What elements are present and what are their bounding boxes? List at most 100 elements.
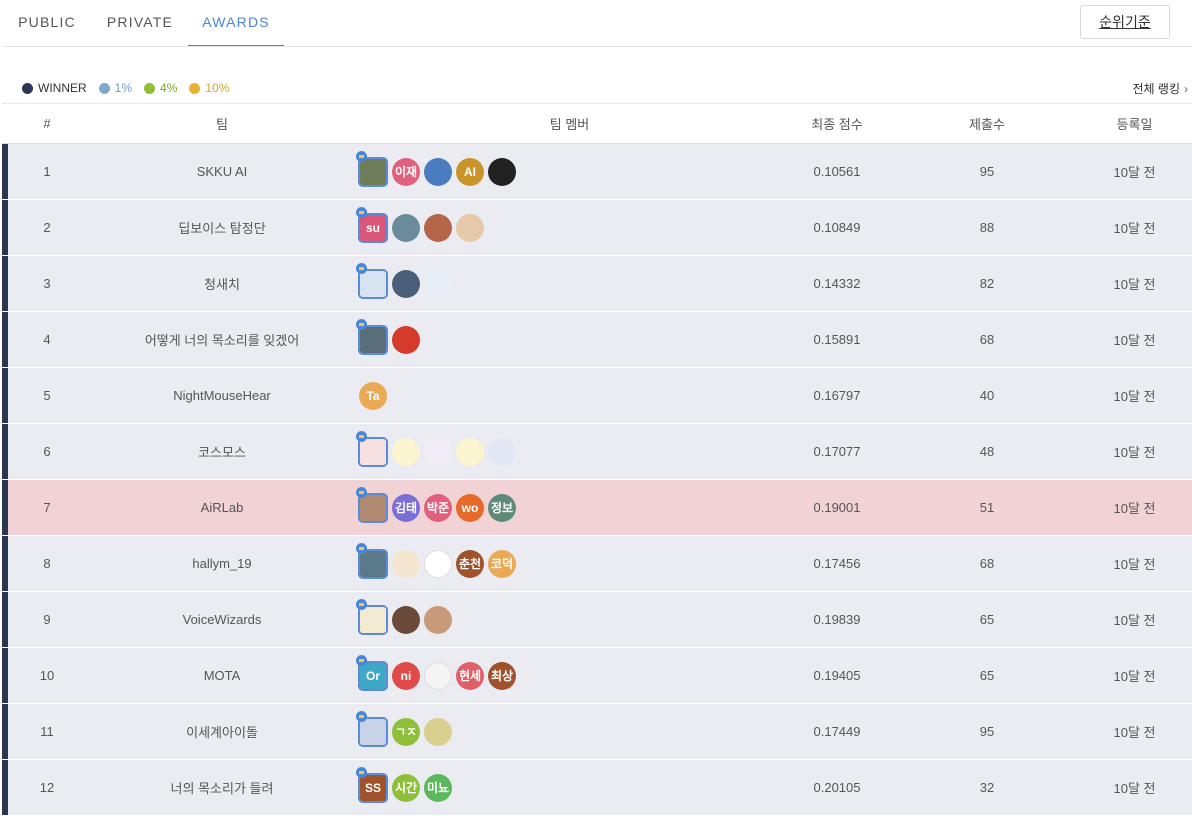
table-row[interactable]: 11 이세계아이돌 0.17449 95 10달 전 ㄱㅈ xyxy=(2,704,1192,760)
all-ranking-link[interactable]: 전체 랭킹 › xyxy=(1133,80,1189,97)
table-row[interactable]: 2 딥보이스 탐정단 0.10849 88 10달 전 su xyxy=(2,200,1192,256)
member-avatar[interactable] xyxy=(392,269,420,298)
crown-icon xyxy=(356,710,367,722)
leader-avatar[interactable] xyxy=(356,710,388,747)
submissions-cell: 51 xyxy=(979,500,995,515)
rank-cell: 4 xyxy=(43,332,51,347)
submissions-cell: 68 xyxy=(979,556,995,571)
rank-cell: 2 xyxy=(43,220,51,235)
legend-item: 4% xyxy=(144,81,177,95)
member-avatar[interactable] xyxy=(424,549,452,578)
leader-avatar[interactable] xyxy=(356,262,388,299)
table-row[interactable]: 5 NightMouseHear 0.16797 40 10달 전 Ta xyxy=(2,368,1192,424)
team-members xyxy=(356,256,456,311)
table-row[interactable]: 9 VoiceWizards 0.19839 65 10달 전 xyxy=(2,592,1192,648)
date-cell: 10달 전 xyxy=(1113,165,1156,180)
member-avatar[interactable]: 미뇨 xyxy=(424,773,452,802)
member-avatar[interactable] xyxy=(424,269,452,298)
member-avatar[interactable] xyxy=(456,213,484,242)
tab-private[interactable]: PRIVATE xyxy=(96,0,184,47)
legend-item: 10% xyxy=(189,81,229,95)
table-row[interactable]: 10 MOTA 0.19405 65 10달 전 Or ni 현세 최상 xyxy=(2,648,1192,704)
submissions-cell: 88 xyxy=(979,220,995,235)
leader-avatar[interactable]: su xyxy=(356,206,388,243)
tab-awards[interactable]: AWARDS xyxy=(188,0,284,47)
leader-avatar[interactable] xyxy=(356,430,388,467)
member-avatar[interactable] xyxy=(392,549,420,578)
member-avatar[interactable]: 춘천 xyxy=(456,549,484,578)
member-avatar[interactable]: 현세 xyxy=(456,661,484,690)
member-avatar[interactable]: Ta xyxy=(359,381,387,410)
ranking-criteria-button[interactable]: 순위기준 xyxy=(1080,5,1170,39)
crown-icon xyxy=(356,654,367,666)
team-name: hallym_19 xyxy=(192,556,252,571)
member-avatar[interactable] xyxy=(392,437,420,466)
legend-label: 10% xyxy=(205,81,230,95)
member-avatar[interactable] xyxy=(424,437,452,466)
member-avatar[interactable] xyxy=(424,605,452,634)
crown-icon xyxy=(356,150,367,162)
team-name: AiRLab xyxy=(200,500,244,515)
member-avatar[interactable]: 박준 xyxy=(424,493,452,522)
member-avatar[interactable]: AI xyxy=(456,157,484,186)
crown-icon xyxy=(356,206,367,218)
leaderboard-tabs: PUBLIC PRIVATE AWARDS xyxy=(0,0,1192,47)
legend: WINNER 1% 4% 10% xyxy=(22,81,241,95)
member-avatar[interactable] xyxy=(392,213,420,242)
member-avatar[interactable]: ni xyxy=(392,661,420,690)
member-avatar[interactable] xyxy=(456,437,484,466)
avatar-initials: 춘천 xyxy=(458,557,482,571)
table-row[interactable]: 1 SKKU AI 0.10561 95 10달 전 이재 AI xyxy=(2,144,1192,200)
member-avatar[interactable]: 정보 xyxy=(488,493,516,522)
tabs-divider xyxy=(2,46,1192,47)
member-avatar[interactable]: 이재 xyxy=(392,157,420,186)
leader-avatar[interactable]: SS xyxy=(356,766,388,803)
avatar-initials: 최상 xyxy=(490,669,514,683)
date-cell: 10달 전 xyxy=(1113,669,1156,684)
member-avatar[interactable]: wo xyxy=(456,493,484,522)
leader-avatar[interactable] xyxy=(356,318,388,355)
crown-icon xyxy=(356,542,367,554)
member-avatar[interactable]: ㄱㅈ xyxy=(392,717,420,746)
leader-avatar[interactable] xyxy=(356,598,388,635)
avatar-initials: su xyxy=(365,220,380,235)
avatar-initials: ni xyxy=(400,668,412,683)
member-avatar[interactable] xyxy=(424,717,452,746)
leader-avatar[interactable] xyxy=(356,486,388,523)
member-avatar[interactable] xyxy=(424,157,452,186)
crown-icon xyxy=(356,766,367,778)
member-avatar[interactable]: 코덕 xyxy=(488,549,516,578)
member-avatar[interactable]: 김태 xyxy=(392,493,420,522)
team-members: 김태 박준 wo 정보 xyxy=(356,480,520,535)
team-members: su xyxy=(356,200,488,255)
table-row[interactable]: 7 AiRLab 0.19001 51 10달 전 김태 박준 wo 정보 xyxy=(2,480,1192,536)
member-avatar[interactable] xyxy=(488,157,516,186)
avatar-initials: 정보 xyxy=(490,501,514,515)
table-row[interactable]: 4 어떻게 너의 목소리를 잊겠어 0.15891 68 10달 전 xyxy=(2,312,1192,368)
member-avatar[interactable] xyxy=(488,437,516,466)
member-avatar[interactable] xyxy=(392,325,420,354)
table-row[interactable]: 6 코스모스 0.17077 48 10달 전 xyxy=(2,424,1192,480)
member-avatar[interactable] xyxy=(424,213,452,242)
submissions-cell: 95 xyxy=(979,724,995,739)
date-cell: 10달 전 xyxy=(1113,725,1156,740)
table-row[interactable]: 3 청새치 0.14332 82 10달 전 xyxy=(2,256,1192,312)
avatar-image: SS xyxy=(360,774,386,801)
table-row[interactable]: 12 너의 목소리가 들려 0.20105 32 10달 전 SS 시간 미뇨 xyxy=(2,760,1192,816)
score-cell: 0.10561 xyxy=(813,164,861,179)
legend-label: WINNER xyxy=(38,81,87,95)
team-name: NightMouseHear xyxy=(173,388,271,403)
rank-cell: 3 xyxy=(43,276,51,291)
member-avatar[interactable] xyxy=(392,605,420,634)
table-row[interactable]: 8 hallym_19 0.17456 68 10달 전 춘천 코덕 xyxy=(2,536,1192,592)
member-avatar[interactable]: 최상 xyxy=(488,661,516,690)
submissions-cell: 65 xyxy=(979,668,995,683)
member-avatar[interactable] xyxy=(424,661,452,690)
leader-avatar[interactable] xyxy=(356,150,388,187)
crown-icon xyxy=(356,262,367,274)
member-avatar[interactable]: 시간 xyxy=(392,773,420,802)
leader-avatar[interactable]: Or xyxy=(356,654,388,691)
tab-public[interactable]: PUBLIC xyxy=(8,0,86,47)
leader-avatar[interactable] xyxy=(356,542,388,579)
team-members xyxy=(356,592,456,647)
